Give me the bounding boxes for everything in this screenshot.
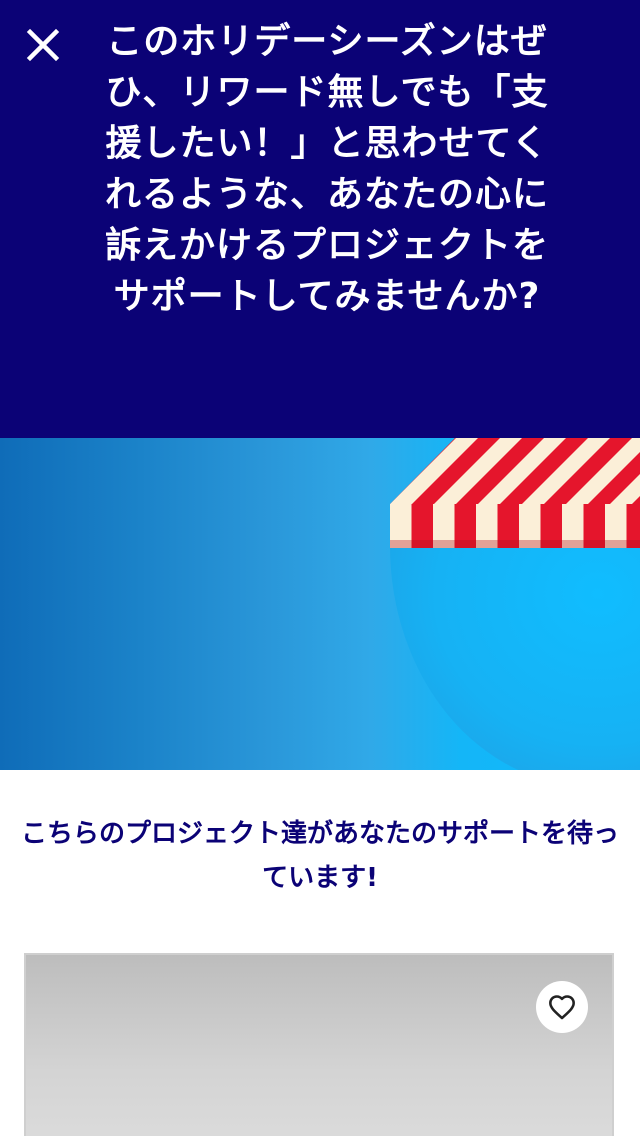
storefront-wall: [390, 546, 640, 770]
project-card[interactable]: [24, 953, 614, 1136]
striped-awning: [390, 438, 640, 548]
section-subtitle: こちらのプロジェクト達があなたのサポートを待っています!: [20, 819, 619, 893]
favorite-button[interactable]: [536, 981, 588, 1033]
close-button[interactable]: [20, 22, 66, 68]
hero-illustration: [0, 438, 640, 770]
heart-outline-icon: [549, 995, 575, 1020]
headline: このホリデーシーズンはぜひ、リワード無しでも「支援したい！」と思わせてくれるよう…: [104, 21, 549, 317]
header-banner: このホリデーシーズンはぜひ、リワード無しでも「支援したい！」と思わせてくれるよう…: [0, 0, 640, 438]
page: このホリデーシーズンはぜひ、リワード無しでも「支援したい！」と思わせてくれるよう…: [0, 0, 640, 1136]
close-icon: [26, 28, 60, 62]
